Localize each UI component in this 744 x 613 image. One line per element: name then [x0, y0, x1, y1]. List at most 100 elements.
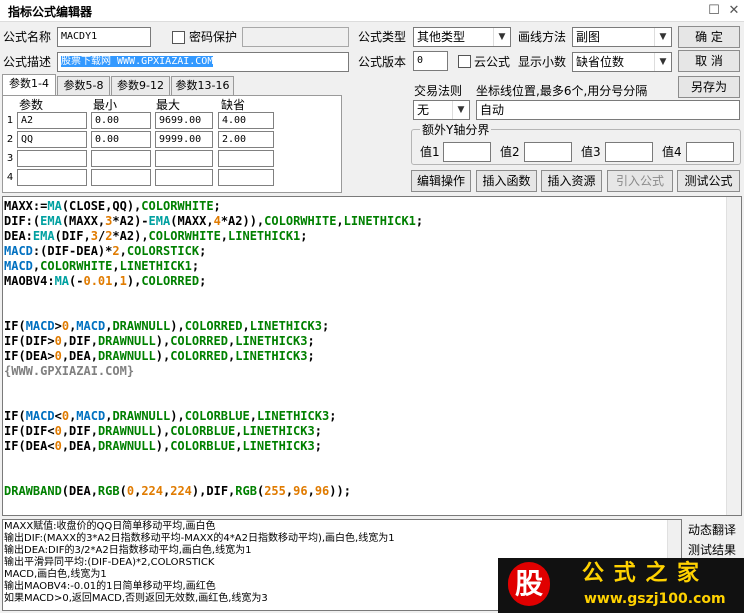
code-token: DRAWBAND [4, 484, 62, 498]
import-formula-button[interactable]: 引入公式 [607, 170, 673, 192]
restore-icon[interactable]: ☐ [706, 3, 722, 19]
type-select[interactable]: 其他类型 ▼ [413, 27, 511, 47]
code-token: LINETHICK3 [256, 409, 330, 423]
save-as-button[interactable]: 另存为 [678, 76, 740, 98]
param-min-cell[interactable] [91, 169, 151, 186]
code-token: 0 [54, 424, 62, 438]
code-token: 2 [112, 244, 120, 258]
code-token: DRAWNULL [112, 409, 171, 423]
param-name-cell[interactable]: QQ [17, 131, 87, 148]
test-formula-button[interactable]: 测试公式 [677, 170, 740, 192]
code-token: MAOBV4: [4, 274, 55, 288]
version-input[interactable]: 0 [413, 51, 448, 71]
code-token: IF [4, 424, 19, 438]
type-label: 公式类型 [358, 30, 407, 44]
tab-params-9-12[interactable]: 参数9-12 [111, 76, 170, 95]
watermark-logo: 股 公 式 之 家 www.gszj100.com [498, 558, 744, 613]
yaxis-v3-label: 值3 [581, 145, 601, 159]
code-token: MA [47, 199, 62, 213]
param-max-cell[interactable]: 9999.00 [155, 131, 213, 148]
code-token: < [54, 409, 62, 423]
param-default-cell[interactable]: 4.00 [218, 112, 274, 129]
code-line: MAXX:=MA(CLOSE,QQ),COLORWHITE; [4, 199, 221, 214]
code-token: MACD [25, 319, 55, 333]
code-token: , [119, 244, 127, 258]
code-token: MACD [76, 319, 106, 333]
code-token: > [54, 319, 62, 333]
dynamic-translate-tab[interactable]: 动态翻译 [684, 521, 744, 539]
param-default-cell[interactable]: 2.00 [218, 131, 274, 148]
decimals-label: 显示小数 [518, 55, 567, 69]
param-max-cell[interactable] [155, 150, 213, 167]
list-item: 输出DIF:(MAXX的3*A2日指数移动平均-MAXX的4*A2日指数移动平均… [4, 533, 395, 544]
insert-function-button[interactable]: 插入函数 [476, 170, 537, 192]
password-checkbox[interactable] [172, 31, 185, 44]
code-token: ; [300, 229, 308, 243]
test-result-tab[interactable]: 测试结果 [684, 541, 744, 559]
param-default-cell[interactable] [218, 150, 274, 167]
code-token: 255 [264, 484, 286, 498]
code-token: (DEA> [18, 349, 55, 363]
code-token: MACD [25, 409, 55, 423]
code-token: , [336, 214, 344, 228]
tab-params-1-4[interactable]: 参数1-4 [2, 74, 56, 96]
code-token: COLORRED [170, 349, 228, 363]
yaxis-v2-input[interactable] [524, 142, 572, 162]
param-min-cell[interactable]: 0.00 [91, 131, 151, 148]
param-default-cell[interactable] [218, 169, 274, 186]
param-name-cell[interactable]: A2 [17, 112, 87, 129]
cancel-button[interactable]: 取 消 [678, 50, 740, 72]
code-token: 0 [54, 439, 62, 453]
yaxis-v4-label: 值4 [662, 145, 682, 159]
trade-select[interactable]: 无 ▼ [413, 100, 470, 120]
code-token: 4 [213, 214, 221, 228]
param-max-cell[interactable]: 9699.00 [155, 112, 213, 129]
insert-resource-button[interactable]: 插入资源 [541, 170, 602, 192]
decimals-select[interactable]: 缺省位数 ▼ [572, 52, 672, 72]
param-name-cell[interactable] [17, 169, 87, 186]
code-token: IF [4, 349, 19, 363]
yaxis-v1-input[interactable] [443, 142, 491, 162]
desc-input[interactable]: 股票下载网 WWW.GPXIAZAI.COM [57, 52, 349, 72]
formula-editor[interactable]: MAXX:=MA(CLOSE,QQ),COLORWHITE; DIF:(EMA(M… [2, 196, 742, 516]
draw-select[interactable]: 副图 ▼ [572, 27, 672, 47]
list-item: 输出DEA:DIF的3/2*A2日指数移动平均,画白色,线宽为1 [4, 545, 252, 556]
code-token: 224 [141, 484, 163, 498]
yaxis-v4-input[interactable] [686, 142, 734, 162]
param-name-cell[interactable] [17, 150, 87, 167]
yaxis-v3-input[interactable] [605, 142, 653, 162]
tab-params-13-16[interactable]: 参数13-16 [171, 76, 234, 95]
param-max-cell[interactable] [155, 169, 213, 186]
code-token: ), [126, 274, 142, 288]
code-token: (MAXX, [61, 214, 106, 228]
params-panel: 参数 最小 最大 缺省 1 A2 0.00 9699.00 4.00 2 QQ … [2, 95, 342, 193]
code-line: DRAWBAND(DEA,RGB(0,224,224),DIF,RGB(255,… [4, 484, 351, 499]
code-token: RGB [97, 484, 120, 498]
code-token: :(DIF-DEA)* [32, 244, 113, 258]
code-token: LINETHICK3 [249, 319, 322, 333]
code-token: (DIF< [18, 424, 55, 438]
code-token: MA [54, 274, 70, 288]
tab-params-5-8[interactable]: 参数5-8 [57, 76, 110, 95]
code-token: MAXX:= [4, 199, 48, 213]
chevron-down-icon: ▼ [654, 53, 671, 71]
draw-label: 画线方法 [518, 30, 567, 44]
ok-button[interactable]: 确 定 [678, 26, 740, 48]
param-min-cell[interactable] [91, 150, 151, 167]
param-header-max: 最大 [156, 98, 181, 112]
code-token: ,DEA, [61, 439, 98, 453]
param-min-cell[interactable]: 0.00 [91, 112, 151, 129]
close-icon[interactable]: ✕ [726, 3, 742, 19]
edit-operation-button[interactable]: 编辑操作 [411, 170, 471, 192]
cloud-checkbox[interactable] [458, 55, 471, 68]
code-token: DEA: [4, 229, 33, 243]
name-input[interactable]: MACDY1 [57, 27, 151, 47]
coord-input[interactable]: 自动 [476, 100, 740, 120]
window-title: 指标公式编辑器 [8, 5, 93, 19]
logo-icon: 股 [508, 562, 550, 606]
code-token: 3 [90, 229, 98, 243]
code-token: LINETHICK3 [242, 439, 315, 453]
code-token: , [220, 229, 229, 243]
code-token: LINETHICK1 [119, 259, 192, 273]
editor-scrollbar[interactable] [726, 197, 741, 515]
